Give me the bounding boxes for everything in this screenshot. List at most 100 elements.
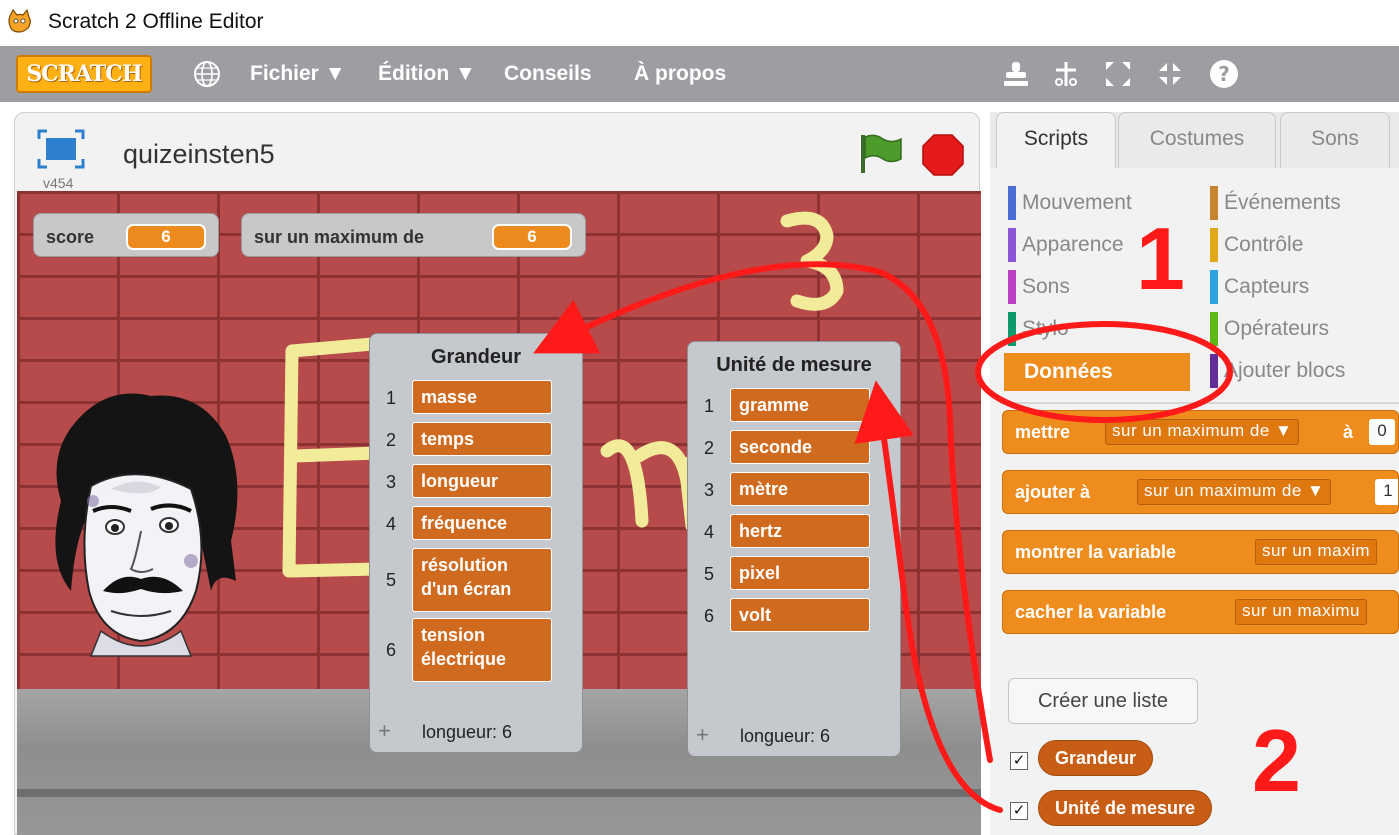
list-cell[interactable]: mètre: [730, 472, 870, 506]
category-label: Événements: [1224, 191, 1341, 214]
scratch-cat-icon: [8, 8, 31, 33]
menu-conseils[interactable]: Conseils: [504, 62, 592, 86]
list-cell[interactable]: volt: [730, 598, 870, 632]
list-index: 4: [386, 514, 397, 534]
category-controle[interactable]: Contrôle: [1210, 228, 1303, 262]
create-list-button[interactable]: Créer une liste: [1008, 678, 1198, 724]
list-index: 5: [386, 570, 397, 590]
menu-edition[interactable]: Édition ▼: [378, 62, 476, 86]
menubar: SCRATCH Fichier ▼ Édition ▼ Conseils À p…: [0, 46, 1399, 102]
category-color: [1008, 186, 1016, 220]
category-label: Ajouter blocs: [1224, 359, 1346, 382]
category-operateurs[interactable]: Opérateurs: [1210, 312, 1329, 346]
add-item-plus-icon[interactable]: +: [696, 722, 709, 748]
category-label: Mouvement: [1022, 191, 1132, 214]
category-color: [1210, 354, 1218, 388]
duplicate-stamp-icon[interactable]: [1000, 58, 1032, 90]
list-monitor-grandeur[interactable]: Grandeur 1 masse 2 temps 3 longueur 4 fr…: [369, 333, 583, 753]
monitor-label: sur un maximum de: [254, 227, 425, 247]
list-title: Grandeur: [430, 346, 522, 368]
window-title: Scratch 2 Offline Editor: [48, 10, 264, 33]
monitor-maximum[interactable]: sur un maximum de 6: [241, 213, 586, 257]
grow-icon[interactable]: [1102, 58, 1134, 90]
menu-fichier[interactable]: Fichier ▼: [250, 62, 345, 86]
block-variable-dropdown[interactable]: sur un maximum de ▼: [1137, 479, 1332, 505]
category-label: Opérateurs: [1224, 317, 1330, 340]
list-cell[interactable]: tension électrique: [412, 618, 552, 682]
block-change-variable[interactable]: ajouter à sur un maximum de ▼ 1: [1002, 470, 1399, 514]
list-cell[interactable]: fréquence: [412, 506, 552, 540]
list-cell[interactable]: hertz: [730, 514, 870, 548]
block-variable-dropdown[interactable]: sur un maximum de ▼: [1105, 419, 1300, 445]
block-variable-dropdown[interactable]: sur un maximu: [1235, 599, 1367, 625]
stage[interactable]: score 6 sur un maximum de 6 Grandeur 1 m…: [17, 191, 981, 835]
stop-icon[interactable]: [921, 133, 965, 177]
list-index: 1: [386, 388, 397, 408]
list-reporter-grandeur[interactable]: Grandeur: [1038, 740, 1154, 776]
list-cell[interactable]: masse: [412, 380, 552, 414]
annotation-number: 2: [1252, 711, 1301, 810]
menu-a-propos[interactable]: À propos: [634, 62, 726, 86]
scratch-logo[interactable]: SCRATCH: [16, 55, 152, 93]
tab-sons[interactable]: Sons: [1280, 112, 1390, 168]
shrink-icon[interactable]: [1154, 58, 1186, 90]
block-text: ajouter à: [1015, 482, 1091, 502]
block-number-input[interactable]: 0: [1369, 419, 1395, 445]
delete-scissors-icon[interactable]: [1050, 58, 1082, 90]
category-capteurs[interactable]: Capteurs: [1210, 270, 1309, 304]
category-stylo[interactable]: Stylo: [1008, 312, 1069, 346]
category-label: Apparence: [1022, 233, 1124, 256]
green-flag-icon[interactable]: [857, 131, 905, 175]
list-length: longueur: 6: [740, 726, 831, 746]
list-index: 3: [386, 472, 397, 492]
category-ajouter-blocs[interactable]: Ajouter blocs: [1210, 354, 1345, 388]
list-cell[interactable]: gramme: [730, 388, 870, 422]
category-sons[interactable]: Sons: [1008, 270, 1070, 304]
block-hide-variable[interactable]: cacher la variable sur un maximu: [1002, 590, 1399, 634]
list-reporter-unite[interactable]: Unité de mesure: [1038, 790, 1213, 826]
category-label: Capteurs: [1224, 275, 1310, 298]
category-evenements[interactable]: Événements: [1210, 186, 1341, 220]
block-set-variable[interactable]: mettre sur un maximum de ▼ à 0: [1002, 410, 1399, 454]
list-index: 2: [386, 430, 397, 450]
show-list-checkbox[interactable]: ✓: [1010, 802, 1028, 820]
block-variable-dropdown[interactable]: sur un maxim: [1255, 539, 1378, 565]
annotation-number: 1: [1136, 209, 1185, 308]
monitor-value: 6: [492, 224, 572, 250]
category-mouvement[interactable]: Mouvement: [1008, 186, 1132, 220]
show-list-checkbox[interactable]: ✓: [1010, 752, 1028, 770]
category-label: Sons: [1022, 275, 1070, 298]
block-number-input[interactable]: 1: [1375, 479, 1398, 505]
monitor-value: 6: [126, 224, 206, 250]
block-text: mettre: [1015, 422, 1071, 442]
tab-scripts[interactable]: Scripts: [996, 112, 1116, 170]
list-title: Unité de mesure: [716, 354, 872, 376]
language-globe-icon[interactable]: [192, 59, 222, 89]
list-cell[interactable]: résolution d'un écran: [412, 548, 552, 612]
category-apparence[interactable]: Apparence: [1008, 228, 1124, 262]
tab-costumes[interactable]: Costumes: [1118, 112, 1276, 168]
monitor-score[interactable]: score 6: [33, 213, 219, 257]
einstein-sprite[interactable]: [41, 391, 241, 661]
list-monitor-unite[interactable]: Unité de mesure 1 gramme 2 seconde 3 mèt…: [687, 341, 901, 757]
palette-divider: [1000, 402, 1399, 404]
project-title[interactable]: quizeinsten5: [123, 139, 275, 170]
list-cell[interactable]: temps: [412, 422, 552, 456]
block-show-variable[interactable]: montrer la variable sur un maxim: [1002, 530, 1399, 574]
add-item-plus-icon[interactable]: +: [378, 718, 391, 744]
list-cell[interactable]: pixel: [730, 556, 870, 590]
category-color: [1210, 270, 1218, 304]
category-color: [1008, 270, 1016, 304]
category-color: [1210, 312, 1218, 346]
list-index: 3: [704, 480, 715, 500]
list-cell[interactable]: seconde: [730, 430, 870, 464]
category-color: [1008, 312, 1016, 346]
list-index: 6: [386, 640, 397, 660]
help-icon[interactable]: ?: [1208, 58, 1240, 90]
list-cell[interactable]: longueur: [412, 464, 552, 498]
presentation-mode-icon[interactable]: [37, 129, 85, 169]
category-donnees[interactable]: Données: [1004, 353, 1190, 391]
list-index: 6: [704, 606, 715, 626]
category-label: Contrôle: [1224, 233, 1304, 256]
category-color: [1210, 228, 1218, 262]
